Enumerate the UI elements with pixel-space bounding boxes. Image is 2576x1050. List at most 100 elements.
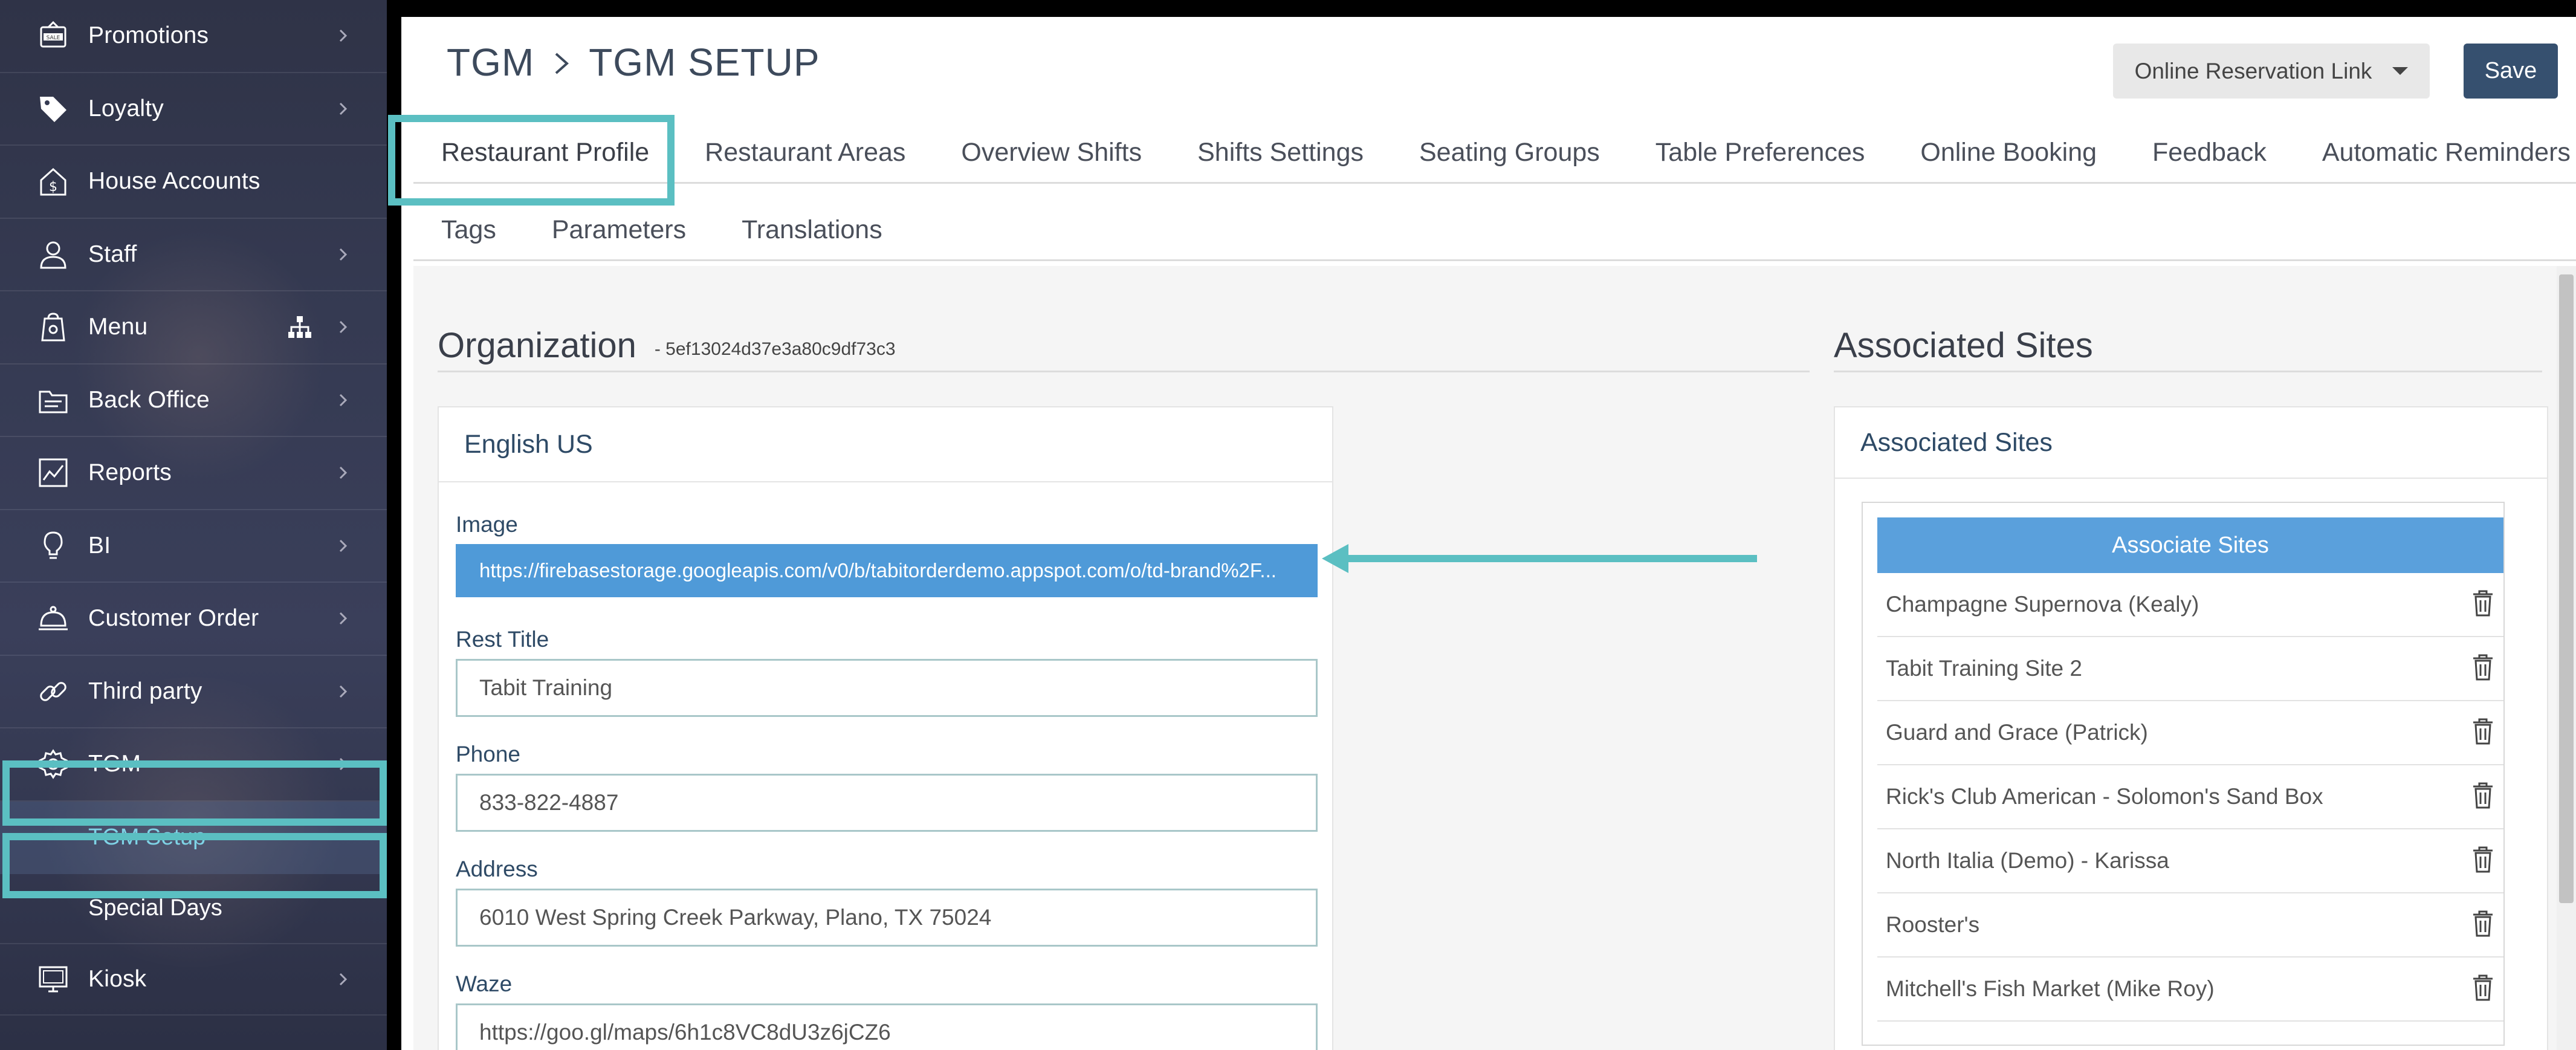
sidebar-subitem-special-days[interactable]: Special Days: [0, 874, 387, 943]
sidebar-item-house-accounts[interactable]: $ House Accounts: [0, 146, 387, 219]
chevron-right-icon: [334, 755, 352, 773]
sidebar-item-label: Back Office: [88, 386, 210, 413]
sidebar-item-staff[interactable]: Staff: [0, 219, 387, 291]
trash-icon[interactable]: [2471, 718, 2495, 748]
tab-automatic-reminders[interactable]: Automatic Reminders: [2294, 123, 2576, 183]
site-name: Guard and Grace (Patrick): [1886, 720, 2148, 745]
waze-field: Waze https://goo.gl/maps/6h1c8VC8dU3z6jC…: [456, 970, 1318, 1050]
list-item: North Italia (Demo) - Karissa: [1877, 829, 2503, 893]
breadcrumb-root[interactable]: TGM: [447, 40, 534, 85]
sidebar-item-loyalty[interactable]: Loyalty: [0, 73, 387, 146]
organization-title: Organization: [438, 326, 636, 365]
trash-icon[interactable]: [2471, 974, 2495, 1005]
tab-tags[interactable]: Tags: [413, 200, 524, 261]
sidebar-item-tgm[interactable]: TGM: [0, 728, 387, 802]
chevron-right-icon: [334, 537, 352, 555]
tab-seating-groups[interactable]: Seating Groups: [1391, 123, 1628, 183]
sidebar-item-label: TGM: [88, 751, 141, 777]
online-reservation-link-label: Online Reservation Link: [2134, 58, 2372, 83]
tabs-row-secondary: Tags Parameters Translations: [413, 201, 2576, 261]
site-list: Champagne Supernova (Kealy) Tabit Traini…: [1877, 573, 2503, 1022]
sidebar-subitem-label: Special Days: [88, 895, 222, 921]
associated-sites-card: Associated Sites Associate Sites Champag…: [1834, 406, 2548, 1050]
trash-icon[interactable]: [2471, 589, 2495, 620]
site-name: Champagne Supernova (Kealy): [1886, 592, 2199, 617]
chevron-right-icon: [334, 100, 352, 118]
tab-feedback[interactable]: Feedback: [2125, 123, 2294, 183]
lightbulb-icon: [35, 528, 71, 564]
chevron-right-icon: [334, 318, 352, 336]
trash-icon[interactable]: [2471, 782, 2495, 812]
link-icon: [35, 673, 71, 710]
chevron-right-icon: [334, 245, 352, 264]
sidebar-item-back-office[interactable]: Back Office: [0, 365, 387, 437]
tag-icon: [35, 91, 71, 127]
address-label: Address: [456, 857, 538, 881]
tab-parameters[interactable]: Parameters: [524, 200, 714, 261]
associated-sites-title: Associated Sites: [1834, 326, 2093, 365]
list-item: Mitchell's Fish Market (Mike Roy): [1877, 958, 2503, 1022]
sidebar-item-third-party[interactable]: Third party: [0, 656, 387, 728]
sidebar-item-customer-order[interactable]: Customer Order: [0, 583, 387, 656]
language-card: English US Image https://firebasestorage…: [438, 406, 1333, 1050]
sidebar-subitem-label: TGM Setup: [88, 825, 206, 850]
tab-restaurant-profile[interactable]: Restaurant Profile: [413, 123, 677, 183]
site-name: North Italia (Demo) - Karissa: [1886, 848, 2169, 873]
tab-shifts-settings[interactable]: Shifts Settings: [1170, 123, 1391, 183]
sidebar-item-label: Promotions: [88, 22, 209, 49]
sidebar-item-label: Menu: [88, 314, 148, 340]
sidebar-item-bi[interactable]: BI: [0, 510, 387, 583]
tab-online-booking[interactable]: Online Booking: [1892, 123, 2125, 183]
sidebar-subitem-tgm-setup[interactable]: TGM Setup: [0, 801, 387, 874]
user-icon: [35, 236, 71, 273]
trash-icon[interactable]: [2471, 910, 2495, 941]
chevron-right-icon: [334, 682, 352, 701]
list-item: Rooster's: [1877, 893, 2503, 958]
chart-icon: [35, 455, 71, 491]
content-area: Organization - 5ef13024d37e3a80c9df73c3 …: [413, 266, 2576, 1050]
sidebar-item-promotions[interactable]: SALE Promotions: [0, 0, 387, 73]
rest-title-input[interactable]: Tabit Training: [456, 659, 1318, 717]
rest-title-label: Rest Title: [456, 627, 549, 652]
sidebar: SALE Promotions Loyalty $ House Accounts…: [0, 0, 387, 1050]
scrollbar-thumb[interactable]: [2559, 274, 2574, 903]
list-item: Champagne Supernova (Kealy): [1877, 573, 2503, 637]
tab-overview-shifts[interactable]: Overview Shifts: [933, 123, 1170, 183]
save-button[interactable]: Save: [2464, 44, 2558, 99]
address-field: Address 6010 West Spring Creek Parkway, …: [456, 855, 1318, 947]
associated-sites-header: Associated Sites: [1834, 324, 2542, 372]
site-name: Mitchell's Fish Market (Mike Roy): [1886, 976, 2215, 1001]
sidebar-item-menu[interactable]: Menu: [0, 291, 387, 365]
page-title: TGM SETUP: [589, 41, 820, 84]
associated-sites-card-title: Associated Sites: [1835, 407, 2547, 479]
trash-icon[interactable]: [2471, 846, 2495, 877]
chevron-right-icon: [334, 464, 352, 482]
address-input[interactable]: 6010 West Spring Creek Parkway, Plano, T…: [456, 889, 1318, 947]
sidebar-item-label: House Accounts: [88, 168, 261, 195]
associate-sites-button[interactable]: Associate Sites: [1877, 517, 2503, 573]
sidebar-item-reports[interactable]: Reports: [0, 437, 387, 510]
waze-input[interactable]: https://goo.gl/maps/6h1c8VC8dU3z6jCZ6: [456, 1003, 1318, 1050]
caret-down-icon: [2392, 67, 2409, 75]
scrollbar[interactable]: [2557, 266, 2576, 1050]
tab-translations[interactable]: Translations: [714, 200, 910, 261]
main-panel: TGM TGM SETUP Online Reservation Link Sa…: [388, 17, 2576, 1050]
trash-icon[interactable]: [2471, 653, 2495, 684]
sitemap-icon[interactable]: [286, 314, 313, 340]
image-url-input[interactable]: https://firebasestorage.googleapis.com/v…: [456, 544, 1318, 597]
folder-icon: [35, 382, 71, 418]
svg-text:SALE: SALE: [47, 35, 60, 41]
image-label: Image: [456, 512, 518, 537]
list-item: Tabit Training Site 2: [1877, 637, 2503, 701]
sidebar-item-label: Third party: [88, 678, 202, 704]
tab-restaurant-areas[interactable]: Restaurant Areas: [677, 123, 933, 183]
rest-title-field: Rest Title Tabit Training: [456, 625, 1318, 717]
chevron-right-icon: [334, 970, 352, 988]
chevron-right-icon: [334, 609, 352, 627]
sidebar-item-kiosk[interactable]: Kiosk: [0, 942, 387, 1016]
online-reservation-link-button[interactable]: Online Reservation Link: [2113, 44, 2430, 99]
phone-field: Phone 833-822-4887: [456, 740, 1318, 832]
phone-input[interactable]: 833-822-4887: [456, 774, 1318, 832]
sidebar-item-label: Staff: [88, 241, 137, 267]
tab-table-preferences[interactable]: Table Preferences: [1628, 123, 1893, 183]
